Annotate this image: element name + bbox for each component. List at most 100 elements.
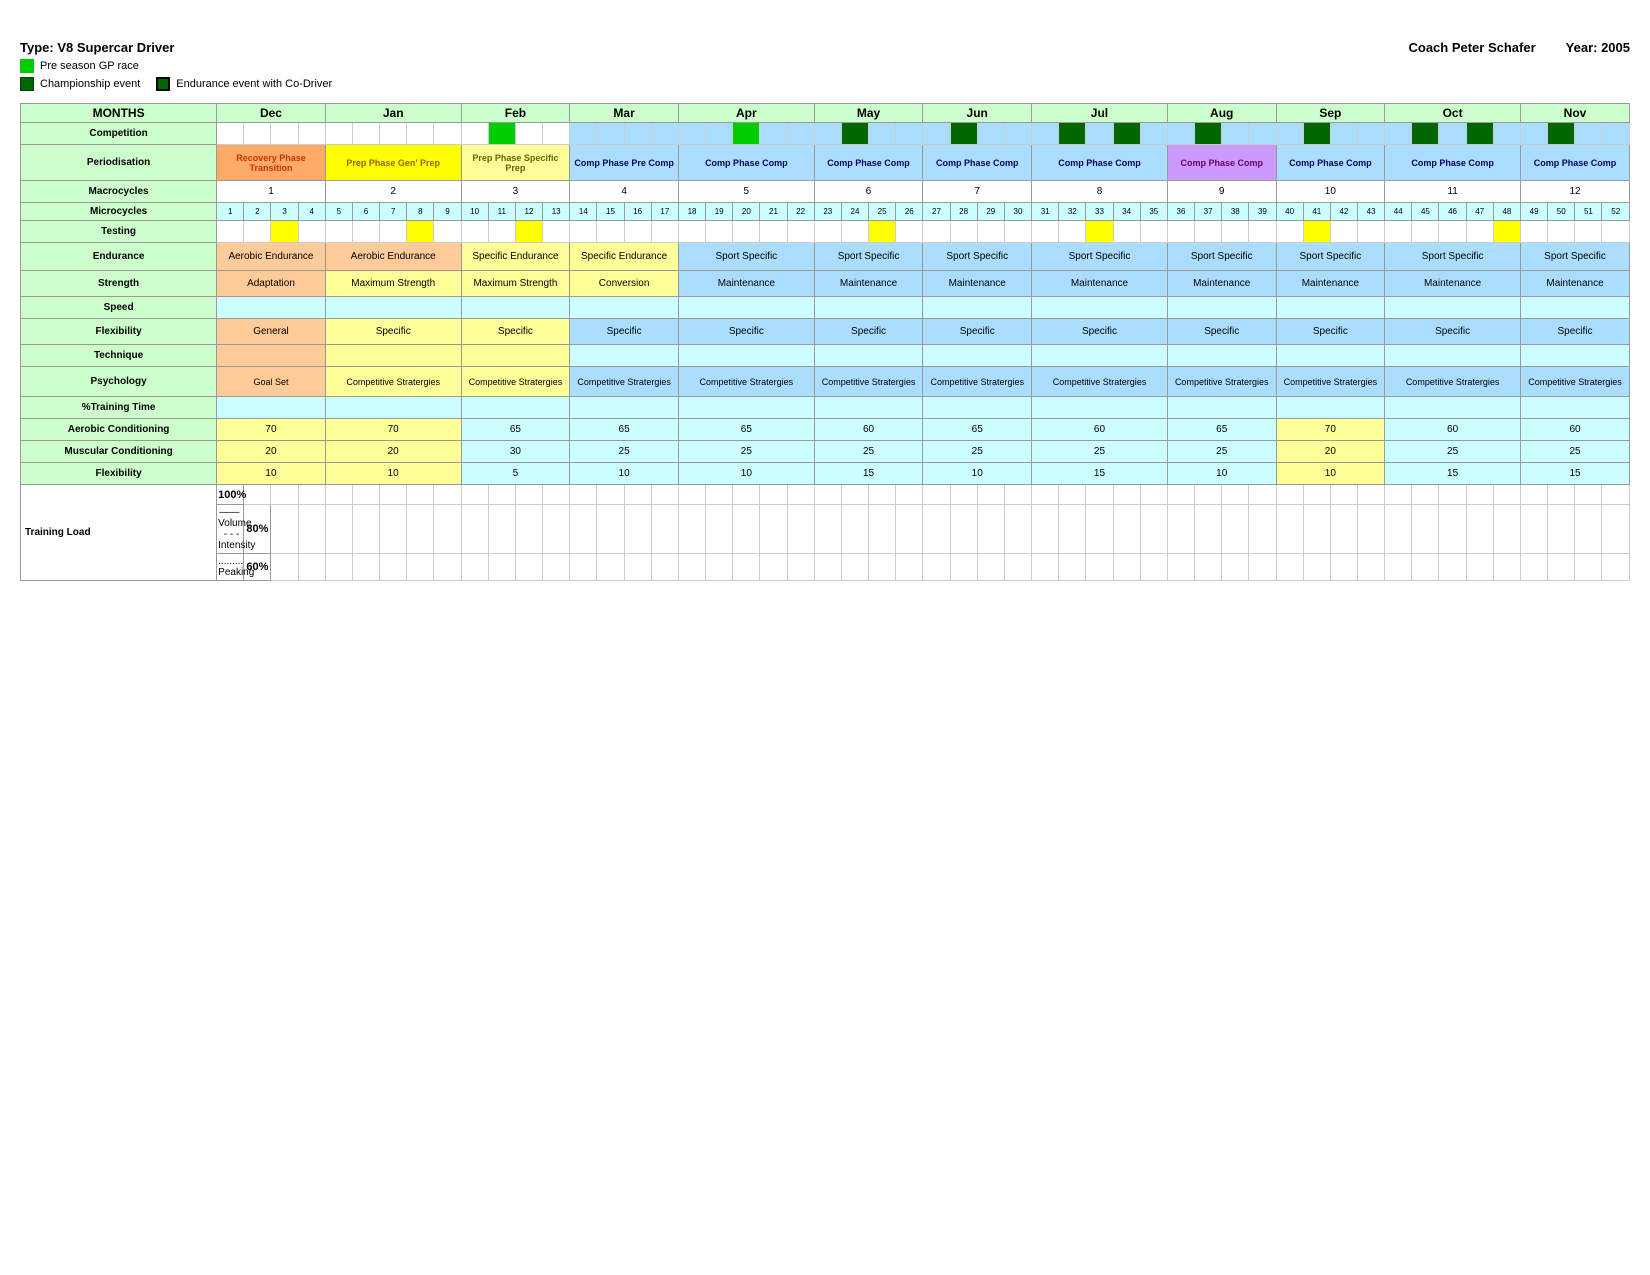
load-60-cell <box>1222 554 1249 581</box>
flexibility-cond-row: Flexibility 10 10 5 10 10 15 10 15 10 10… <box>21 463 1630 485</box>
comp-cell <box>271 123 298 145</box>
micro-38: 38 <box>1222 203 1249 221</box>
psych-sep: Competitive Stratergies <box>1276 367 1385 397</box>
comp-cell <box>217 123 244 145</box>
microcycles-label: Microcycles <box>21 203 217 221</box>
comp-cell <box>1439 123 1466 145</box>
strength-label: Strength <box>21 271 217 297</box>
micro-17: 17 <box>651 203 678 221</box>
micro-2: 2 <box>244 203 271 221</box>
load-80-cell <box>434 505 461 554</box>
pct-jan <box>325 397 461 419</box>
load-100-cell <box>1222 485 1249 505</box>
comp-cell <box>461 123 488 145</box>
comp-cell-dkgreen <box>1548 123 1575 145</box>
comp-cell <box>1167 123 1194 145</box>
main-table: MONTHS Dec Jan Feb Mar Apr May Jun Jul A… <box>20 103 1630 581</box>
endurance-mar: Specific Endurance <box>570 243 679 271</box>
macro-6: 6 <box>814 181 923 203</box>
psych-oct: Competitive Stratergies <box>1385 367 1521 397</box>
testing-label: Testing <box>21 221 217 243</box>
endurance-may: Sport Specific <box>814 243 923 271</box>
load-60-cell <box>787 554 814 581</box>
load-60-cell <box>434 554 461 581</box>
psych-jul: Competitive Stratergies <box>1032 367 1168 397</box>
test-cell <box>543 221 570 243</box>
load-100-cell <box>624 485 651 505</box>
macro-3: 3 <box>461 181 570 203</box>
strength-row: Strength Adaptation Maximum Strength Max… <box>21 271 1630 297</box>
micro-40: 40 <box>1276 203 1303 221</box>
load-100-cell <box>1167 485 1194 505</box>
flex-nov: Specific <box>1521 319 1630 345</box>
comp-cell <box>977 123 1004 145</box>
tech-nov <box>1521 345 1630 367</box>
test-cell <box>1249 221 1276 243</box>
test-cell <box>814 221 841 243</box>
strength-jul: Maintenance <box>1032 271 1168 297</box>
endurance-aug: Sport Specific <box>1167 243 1276 271</box>
micro-13: 13 <box>543 203 570 221</box>
micro-32: 32 <box>1059 203 1086 221</box>
speed-may <box>814 297 923 319</box>
muscular-mar: 25 <box>570 441 679 463</box>
load-60-cell <box>1385 554 1412 581</box>
comp-cell <box>651 123 678 145</box>
months-row: MONTHS Dec Jan Feb Mar Apr May Jun Jul A… <box>21 104 1630 123</box>
endurance-dec: Aerobic Endurance <box>217 243 326 271</box>
comp-cell <box>1493 123 1520 145</box>
macro-9: 9 <box>1167 181 1276 203</box>
strength-jun: Maintenance <box>923 271 1032 297</box>
micro-35: 35 <box>1140 203 1167 221</box>
comp-cell-dkgreen <box>1059 123 1086 145</box>
muscular-apr: 25 <box>678 441 814 463</box>
month-oct: Oct <box>1385 104 1521 123</box>
speed-aug <box>1167 297 1276 319</box>
coach-label: Coach Peter Schafer <box>1408 40 1535 55</box>
comp-cell-dkgreen <box>1113 123 1140 145</box>
strength-dec: Adaptation <box>217 271 326 297</box>
load-60-cell <box>380 554 407 581</box>
month-jan: Jan <box>325 104 461 123</box>
muscular-dec: 20 <box>217 441 326 463</box>
strength-may: Maintenance <box>814 271 923 297</box>
flex-cond-feb: 5 <box>461 463 570 485</box>
load-100-cell <box>515 485 542 505</box>
load-80-cell <box>651 505 678 554</box>
micro-29: 29 <box>977 203 1004 221</box>
muscular-jan: 20 <box>325 441 461 463</box>
strength-oct: Maintenance <box>1385 271 1521 297</box>
comp-cell-dkgreen <box>1195 123 1222 145</box>
tech-feb <box>461 345 570 367</box>
test-cell <box>841 221 868 243</box>
load-60-cell <box>407 554 434 581</box>
comp-cell <box>325 123 352 145</box>
load-80-cell <box>1167 505 1194 554</box>
competition-row: Competition <box>21 123 1630 145</box>
load-80-cell <box>1548 505 1575 554</box>
load-60-cell <box>1195 554 1222 581</box>
test-cell <box>1140 221 1167 243</box>
speed-nov <box>1521 297 1630 319</box>
year-label: Year: 2005 <box>1566 40 1630 55</box>
micro-4: 4 <box>298 203 325 221</box>
test-cell <box>923 221 950 243</box>
technique-row: Technique <box>21 345 1630 367</box>
micro-9: 9 <box>434 203 461 221</box>
micro-50: 50 <box>1548 203 1575 221</box>
strength-mar: Conversion <box>570 271 679 297</box>
test-cell <box>1466 221 1493 243</box>
period-apr: Comp Phase Comp <box>678 145 814 181</box>
test-cell <box>678 221 705 243</box>
load-80-cell <box>1249 505 1276 554</box>
load-100-cell <box>488 485 515 505</box>
load-100-cell <box>298 485 325 505</box>
endurance-jun: Sport Specific <box>923 243 1032 271</box>
micro-52: 52 <box>1602 203 1630 221</box>
micro-28: 28 <box>950 203 977 221</box>
test-cell <box>1521 221 1548 243</box>
muscular-nov: 25 <box>1521 441 1630 463</box>
speed-apr <box>678 297 814 319</box>
test-yellow <box>869 221 896 243</box>
load-60-cell <box>1466 554 1493 581</box>
